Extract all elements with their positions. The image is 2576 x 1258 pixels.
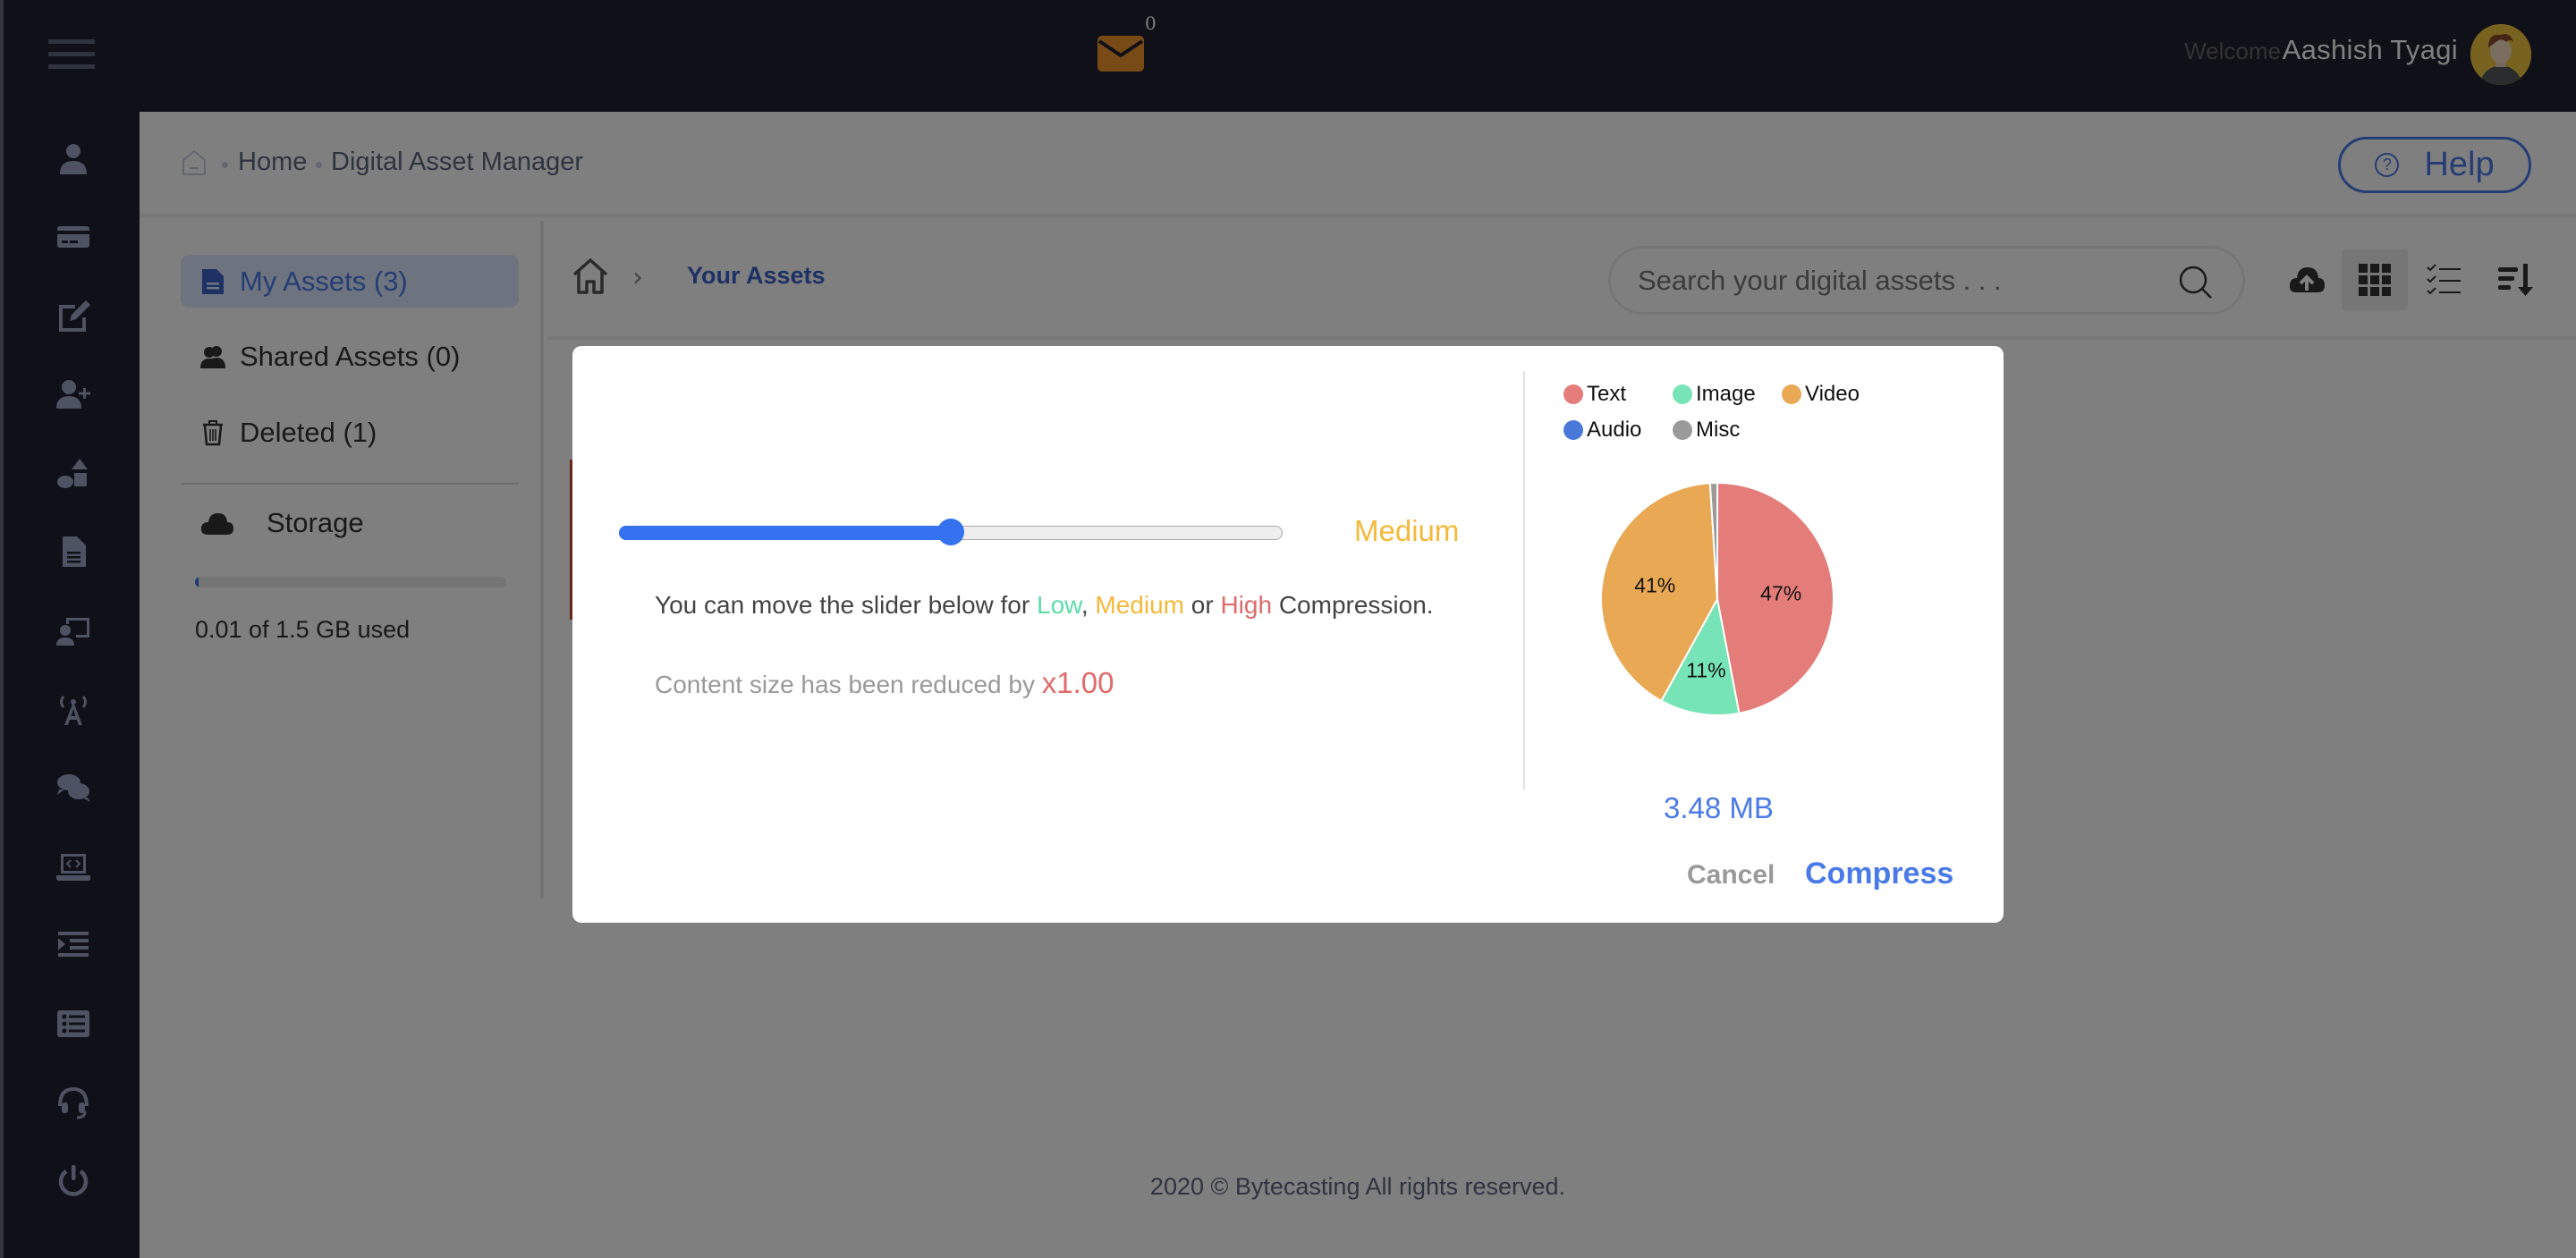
dialog-accent-bar [570,460,572,620]
legend-swatch [1673,384,1692,404]
hint-suffix: Compression. [1272,591,1434,619]
reduction-text: Content size has been reduced by x1.00 [655,666,1114,700]
cancel-button[interactable]: Cancel [1687,860,1775,891]
legend-item-audio[interactable]: Audio [1563,418,1641,443]
legend-item-misc[interactable]: Misc [1673,418,1740,443]
legend-label: Misc [1696,418,1741,442]
legend-label: Image [1696,382,1756,406]
hint-medium: Medium [1095,591,1184,619]
legend-label: Audio [1587,418,1642,442]
hint-low: Low [1037,591,1081,619]
compress-button[interactable]: Compress [1805,857,1953,891]
compression-hint: You can move the slider below for Low, M… [655,591,1434,620]
legend-item-text[interactable]: Text [1563,382,1626,407]
slider-fill [619,526,951,540]
dialog-divider [1523,371,1525,789]
legend-item-video[interactable]: Video [1782,382,1860,407]
total-size: 3.48 MB [1664,791,1774,824]
legend-label: Video [1805,382,1860,406]
legend-swatch [1563,420,1583,440]
reduction-prefix: Content size has been reduced by [655,671,1042,698]
compression-slider[interactable] [619,519,1283,545]
asset-type-pie-chart: 47% 11% 41% [1600,481,1835,716]
compression-level-label: Medium [1354,514,1460,547]
hint-separator: , [1080,591,1096,619]
pie-data-label: 47% [1760,581,1801,604]
legend-swatch [1563,384,1583,404]
hint-high: High [1220,591,1273,619]
compression-dialog: Medium You can move the slider below for… [570,346,2004,923]
reduction-value: x1.00 [1041,666,1114,699]
pie-data-label: 41% [1634,573,1675,596]
legend-swatch [1782,384,1801,404]
slider-thumb[interactable] [937,519,964,545]
legend-swatch [1673,420,1692,440]
hint-prefix: You can move the slider below for [655,591,1037,619]
pie-data-label: 11% [1686,659,1725,682]
hint-separator: or [1183,591,1221,619]
legend-label: Text [1587,382,1627,406]
legend-item-image[interactable]: Image [1673,382,1756,407]
